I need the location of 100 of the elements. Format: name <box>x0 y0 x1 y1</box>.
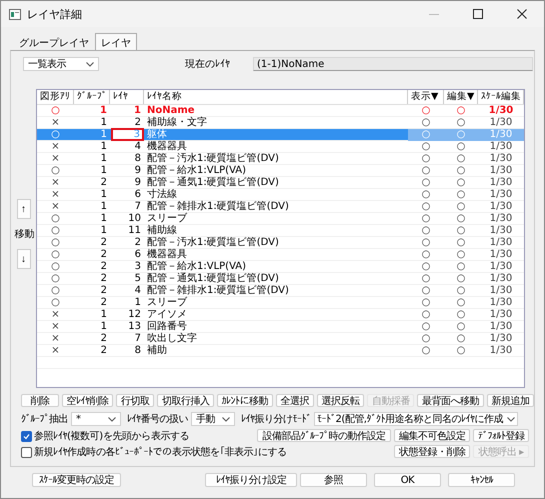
chevron-icon <box>222 416 230 422</box>
column-header[interactable]: 表示▼ <box>408 90 444 104</box>
action-button[interactable]: 選択反転 <box>316 394 364 407</box>
move-down-button[interactable]: ↓ <box>16 249 30 269</box>
table-cell-text: ○ <box>456 105 466 116</box>
table-cell-text: ○ <box>456 345 466 356</box>
table-cell-text: ○ <box>420 249 432 260</box>
action-button[interactable]: ｶﾚﾝﾄに移動 <box>217 394 273 407</box>
table-cell-text: 1 <box>134 297 142 308</box>
table-cell-text: ○ <box>456 237 466 248</box>
checkbox[interactable] <box>21 446 32 458</box>
table-cell-text: アイソメ <box>146 309 188 320</box>
table-cell-text: 1/30 <box>488 213 514 224</box>
table-cell-text: 12 <box>127 309 142 320</box>
table-cell-text: × <box>50 309 61 320</box>
table-cell-text: ○ <box>50 249 61 260</box>
table-cell-text: 1/30 <box>488 321 514 332</box>
table-cell-text: 1/30 <box>488 201 514 212</box>
dropdown[interactable]: 手動 <box>191 412 235 426</box>
table-cell-text: ○ <box>50 225 61 236</box>
table-cell-text: 躯体 <box>146 129 168 140</box>
table-cell-text: 1/30 <box>488 273 514 284</box>
table-cell-text: 2 <box>100 285 108 296</box>
table-cell-text: ○ <box>456 141 466 152</box>
column-header[interactable]: ｸﾞﾙｰﾌﾟ <box>74 90 110 104</box>
app-icon <box>9 8 21 20</box>
column-header[interactable]: ｽｹｰﾙ編集 <box>478 90 524 104</box>
column-header[interactable]: ﾚｲﾔ <box>110 90 144 104</box>
dialog-button[interactable]: OK <box>374 473 441 487</box>
table-cell-text: 補助線・文字 <box>146 117 208 128</box>
chevron-icon <box>86 62 94 66</box>
action-button[interactable]: 最背面へ移動 <box>417 394 484 407</box>
table-cell-text: × <box>50 189 61 200</box>
table-cell-text: 1/30 <box>488 309 514 320</box>
table-cell-text: ○ <box>456 225 466 236</box>
column-header[interactable]: 図形ｱﾘ <box>37 90 74 104</box>
column-header[interactable]: ﾚｲﾔ名称 <box>144 90 408 104</box>
table-cell-text: ○ <box>420 321 432 332</box>
table-cell-text: 4 <box>134 141 142 152</box>
column-header[interactable]: 編集▼ <box>444 90 478 104</box>
dialog-button[interactable]: ｷｬﾝｾﾙ <box>448 473 515 487</box>
table-cell-text: ○ <box>456 177 466 188</box>
settings-button[interactable]: ﾃﾞﾌｫﾙﾄ登録 <box>473 429 529 442</box>
table-cell-text: 寸法線 <box>146 189 178 200</box>
table-cell-text: ○ <box>456 285 466 296</box>
table-cell-text: × <box>50 321 61 332</box>
checkbox[interactable] <box>21 430 32 442</box>
table-cell-text: ○ <box>456 249 466 260</box>
table-cell-text: NoName <box>146 105 196 116</box>
action-button[interactable]: 削除 <box>21 394 59 407</box>
settings-button[interactable]: 設備部品ｸﾞﾙｰﾌﾟ時の動作設定 <box>257 429 391 442</box>
table-cell: 1/30 <box>478 129 524 141</box>
table-cell-text: × <box>50 141 61 152</box>
dropdown[interactable]: * <box>71 412 121 426</box>
table-cell-text: ○ <box>420 153 432 164</box>
current-layer-field: (1-1)NoName <box>253 57 533 71</box>
tab[interactable]: レイヤ <box>95 33 137 50</box>
action-button[interactable]: 全選択 <box>276 394 314 407</box>
settings-button[interactable]: 編集不可色設定 <box>394 429 470 442</box>
table-cell-text: 1/30 <box>488 261 514 272</box>
table-cell-text: × <box>50 201 61 212</box>
table-cell-text: 2 <box>100 237 108 248</box>
table-cell-text: 6 <box>134 189 142 200</box>
dialog-button[interactable]: ﾚｲﾔ振り分け設定 <box>205 473 297 487</box>
maximize-icon <box>473 9 483 19</box>
action-button[interactable]: 新規追加 <box>486 394 534 407</box>
table-cell-text: 9 <box>134 177 142 188</box>
dropdown[interactable]: 一覧表示 <box>23 57 99 71</box>
action-button[interactable]: 行切取 <box>116 394 154 407</box>
table-cell-text: 7 <box>134 201 142 212</box>
table-cell-text: 1/30 <box>488 153 514 164</box>
move-label: 移動 <box>14 228 36 241</box>
action-button[interactable]: 切取行挿入 <box>157 394 214 407</box>
table-cell-text: 2 <box>134 117 142 128</box>
table-cell-text: 1/30 <box>488 297 514 308</box>
table-cell-text: × <box>50 177 61 188</box>
table-cell-text: 1/30 <box>488 165 514 176</box>
table-cell-text: 5 <box>134 273 142 284</box>
table-cell-text: 1 <box>100 309 108 320</box>
dialog-button[interactable]: ｽｹｰﾙ変更時の設定 <box>32 473 121 487</box>
table-cell-text: 2 <box>100 345 108 356</box>
table-cell-text: 6 <box>134 249 142 260</box>
table-cell-text: 配管－雑排水1:硬質塩ビ管(DV) <box>146 201 290 212</box>
table-cell-text: 8 <box>134 345 142 356</box>
dialog-button[interactable]: 参照 <box>300 473 367 487</box>
table-cell-text: ○ <box>420 225 432 236</box>
table-cell-text: 1/30 <box>488 249 514 260</box>
table-cell-text: 吹出し文字 <box>146 333 198 344</box>
table-cell-text: ○ <box>50 165 61 176</box>
table-cell: ○ <box>444 129 478 141</box>
action-button[interactable]: 空ﾚｲﾔ削除 <box>62 394 114 407</box>
table-cell-text: 1/30 <box>488 285 514 296</box>
settings-button[interactable]: 状態登録・削除 <box>394 445 470 458</box>
dropdown[interactable]: ﾓｰﾄﾞ2(配管,ﾀﾞｸﾄ用途名称と同名のﾚｲﾔに作成 <box>314 412 518 426</box>
table-cell-text: ○ <box>420 297 432 308</box>
table-cell-text: 1/30 <box>488 177 514 188</box>
table-cell-text: ○ <box>456 273 466 284</box>
table-cell-text: 配管－通気1:硬質塩ビ管(DV) <box>146 273 280 284</box>
move-up-button[interactable]: ↑ <box>16 199 30 219</box>
table-cell-text: ○ <box>420 117 432 128</box>
